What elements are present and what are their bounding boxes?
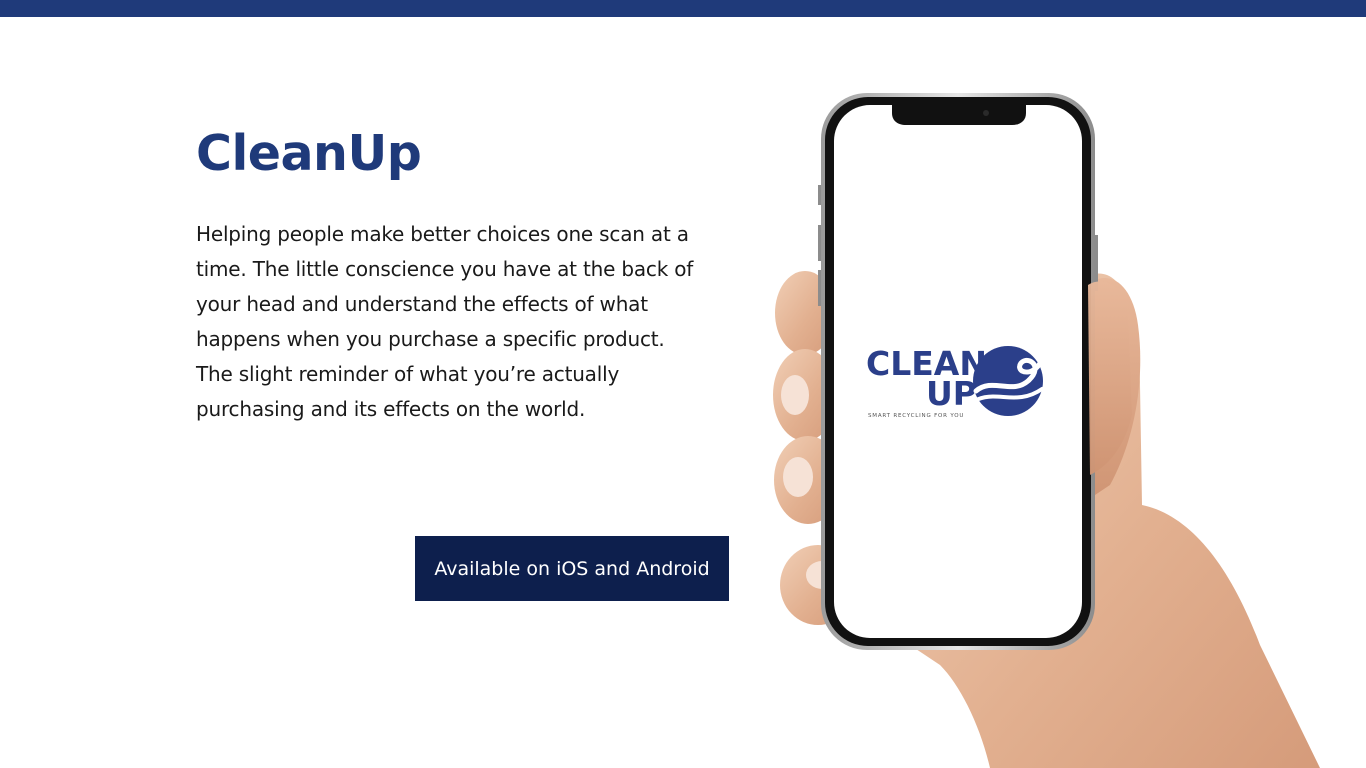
phone-in-hand-image: CLEAN UP SMART RECYCLING FOR YOU: [773, 93, 1320, 768]
page-title: CleanUp: [196, 125, 422, 182]
wave-icon: [972, 346, 1045, 416]
download-button[interactable]: Available on iOS and Android: [415, 536, 729, 601]
landing-page: CleanUp Helping people make better choic…: [0, 0, 1366, 768]
logo-tagline: SMART RECYCLING FOR YOU: [868, 413, 964, 419]
phone-notch: [892, 105, 1026, 125]
logo-text-up: UP: [926, 374, 977, 413]
top-accent-bar: [0, 0, 1366, 17]
app-description: Helping people make better choices one s…: [196, 222, 694, 421]
